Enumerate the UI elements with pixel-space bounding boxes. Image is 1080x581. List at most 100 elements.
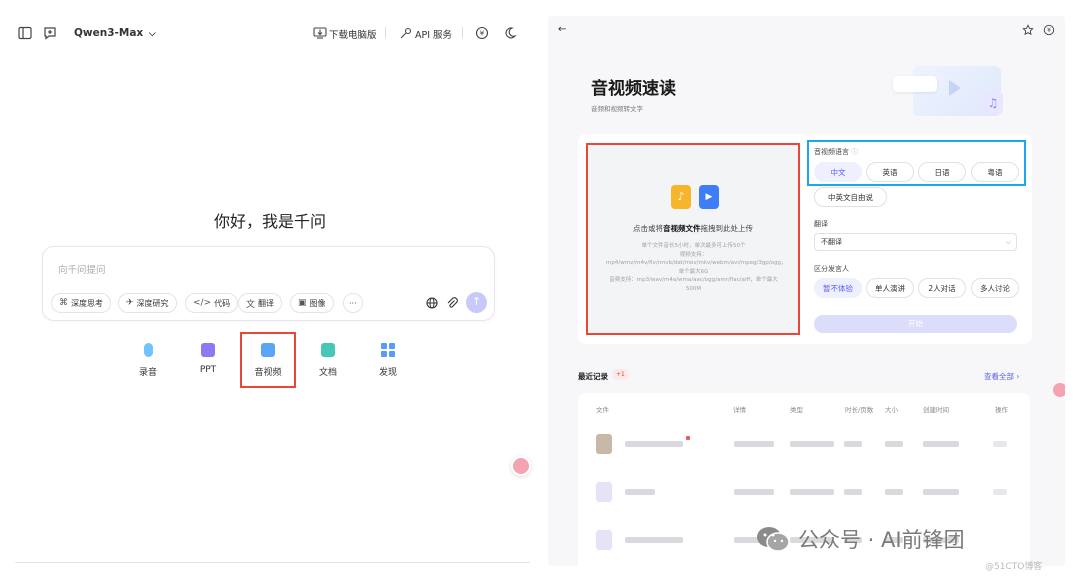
- floating-assistant-icon[interactable]: [511, 456, 531, 476]
- speaker-option-multi[interactable]: 多人讨论: [971, 278, 1019, 298]
- presentation-icon: [201, 343, 215, 357]
- watermark-credit: @51CTO博客: [985, 562, 1043, 572]
- upload-instruction: 点击或将音视频文件拖拽到此处上传: [587, 223, 799, 234]
- new-chat-icon[interactable]: [43, 26, 57, 40]
- quick-item-document[interactable]: 文档: [307, 343, 349, 378]
- code-icon: </>: [193, 298, 212, 308]
- table-header: 详情: [733, 406, 746, 414]
- chip-label: 翻译: [258, 298, 275, 308]
- chip-image[interactable]: ▣ 图像: [290, 293, 334, 313]
- floating-assistant-icon[interactable]: [1053, 383, 1065, 397]
- currency-icon[interactable]: ¥: [1043, 24, 1055, 36]
- table-header: 文件: [596, 406, 609, 414]
- select-value: 不翻译: [821, 238, 842, 246]
- chip-label: 深度思考: [71, 298, 103, 308]
- download-desktop-link[interactable]: 下载电脑版: [329, 27, 377, 41]
- table-row[interactable]: [578, 426, 1030, 466]
- translate-label: 翻译: [814, 220, 828, 228]
- attachment-icon[interactable]: [445, 296, 459, 310]
- page-subtitle: 音频和视频转文字: [591, 105, 643, 113]
- currency-icon[interactable]: ¥: [475, 26, 489, 40]
- upload-text: 拖拽到此处上传: [700, 224, 754, 233]
- chip-label: 深度研究: [136, 298, 169, 308]
- table-header: 创建时间: [923, 406, 949, 414]
- divider: [15, 562, 530, 563]
- chevron-down-icon: ⌵: [1005, 238, 1011, 246]
- table-header: 时长/页数: [845, 406, 874, 414]
- recent-count-badge: +1: [612, 369, 629, 380]
- grid-icon: [381, 343, 395, 357]
- start-button[interactable]: 开始: [814, 315, 1017, 333]
- table-header: 类型: [790, 406, 803, 414]
- chip-code[interactable]: </> 代码: [185, 293, 239, 313]
- api-icon: [400, 27, 412, 39]
- send-button[interactable]: ↑: [466, 292, 487, 313]
- watermark: 公众号 · AI前锋团: [756, 524, 965, 554]
- rocket-icon: ✈: [126, 298, 134, 308]
- greeting-title: 你好，我是千问: [213, 212, 326, 231]
- arrow-up-icon: ↑: [471, 295, 482, 308]
- back-arrow-icon[interactable]: ←: [558, 24, 570, 36]
- file-thumbnail: [596, 434, 612, 454]
- chat-home-panel: Qwen3-Max ⌵ 下载电脑版 API 服务 ¥ 你好，我是千问 向千问提问…: [0, 0, 540, 581]
- quick-item-label: 发现: [378, 368, 397, 378]
- upload-hint: 视频支持：mp4/wmv/m4v/flv/rmvb/dat/mov/mkv/we…: [606, 251, 787, 275]
- status-dot: [686, 436, 690, 440]
- file-thumbnail: [596, 530, 612, 550]
- audio-video-read-panel: ← ¥ 音视频速读 音频和视频转文字 ♫ ♪ ▶ 点击或将音视频文件拖拽到此处上…: [548, 16, 1065, 566]
- wechat-logo-icon: [757, 527, 790, 552]
- hero-illustration: ♫: [893, 62, 1003, 122]
- highlight-box-red: [240, 332, 296, 388]
- upload-hint: 单个文件音长5小时，单次最多可上传50个: [641, 243, 746, 249]
- quick-item-recording[interactable]: 录音: [127, 343, 169, 378]
- divider: [385, 27, 386, 38]
- watermark-text: 公众号 · AI前锋团: [798, 528, 965, 552]
- recent-records-title: 最近记录: [578, 372, 608, 381]
- image-icon: ▣: [298, 298, 307, 308]
- chevron-right-icon: ›: [1016, 372, 1020, 381]
- lang-option-mixed[interactable]: 中英文自由说: [814, 187, 887, 207]
- chip-deep-research[interactable]: ✈ 深度研究: [118, 293, 177, 313]
- quick-item-label: 录音: [138, 368, 157, 378]
- svg-text:¥: ¥: [1047, 27, 1051, 34]
- table-header: 操作: [995, 406, 1008, 414]
- file-thumbnail: [596, 482, 612, 502]
- divider: [462, 27, 463, 38]
- upload-text: 点击或将: [633, 224, 663, 233]
- speaker-option-two[interactable]: 2人对话: [918, 278, 966, 298]
- more-icon: ···: [349, 298, 357, 308]
- microphone-icon: [143, 343, 153, 357]
- moon-icon[interactable]: [503, 26, 517, 40]
- chat-input-placeholder[interactable]: 向千问提问: [58, 262, 106, 276]
- chip-more[interactable]: ···: [343, 293, 363, 313]
- table-header: 大小: [885, 406, 898, 414]
- chip-label: 代码: [214, 298, 231, 308]
- chip-label: 图像: [309, 298, 326, 308]
- globe-icon[interactable]: [425, 296, 439, 310]
- view-all-link[interactable]: 查看全部 ›: [984, 371, 1019, 382]
- translate-icon: 文: [246, 299, 256, 310]
- chip-translate[interactable]: 文翻译: [238, 293, 283, 313]
- speaker-option-none[interactable]: 暂不体验: [814, 278, 862, 298]
- upload-hints: 单个文件音长5小时，单次最多可上传50个 视频支持：mp4/wmv/m4v/fl…: [606, 242, 787, 293]
- speaker-option-single[interactable]: 单人演讲: [866, 278, 914, 298]
- star-icon[interactable]: [1022, 24, 1034, 36]
- music-note-icon: ♫: [983, 92, 1003, 114]
- link-text: 查看全部: [984, 372, 1014, 381]
- table-row[interactable]: [578, 474, 1030, 514]
- page-title: 音视频速读: [591, 79, 676, 99]
- upload-text-bold: 音视频文件: [663, 224, 701, 233]
- api-service-link[interactable]: API 服务: [415, 27, 452, 41]
- video-file-icon: ▶: [699, 185, 719, 209]
- quick-item-ppt[interactable]: PPT: [187, 343, 229, 375]
- translate-select[interactable]: 不翻译 ⌵: [814, 233, 1017, 251]
- separator: [541, 0, 547, 581]
- quick-item-discover[interactable]: 发现: [367, 343, 409, 378]
- highlight-box-blue: [807, 140, 1026, 186]
- speaker-label: 区分发言人: [814, 265, 849, 273]
- chip-deep-think[interactable]: ⌘ 深度思考: [51, 293, 111, 313]
- atom-icon: ⌘: [59, 298, 68, 308]
- sidebar-toggle-icon[interactable]: [18, 26, 32, 40]
- download-icon: [313, 27, 327, 39]
- model-selector[interactable]: Qwen3-Max ⌵: [74, 27, 156, 39]
